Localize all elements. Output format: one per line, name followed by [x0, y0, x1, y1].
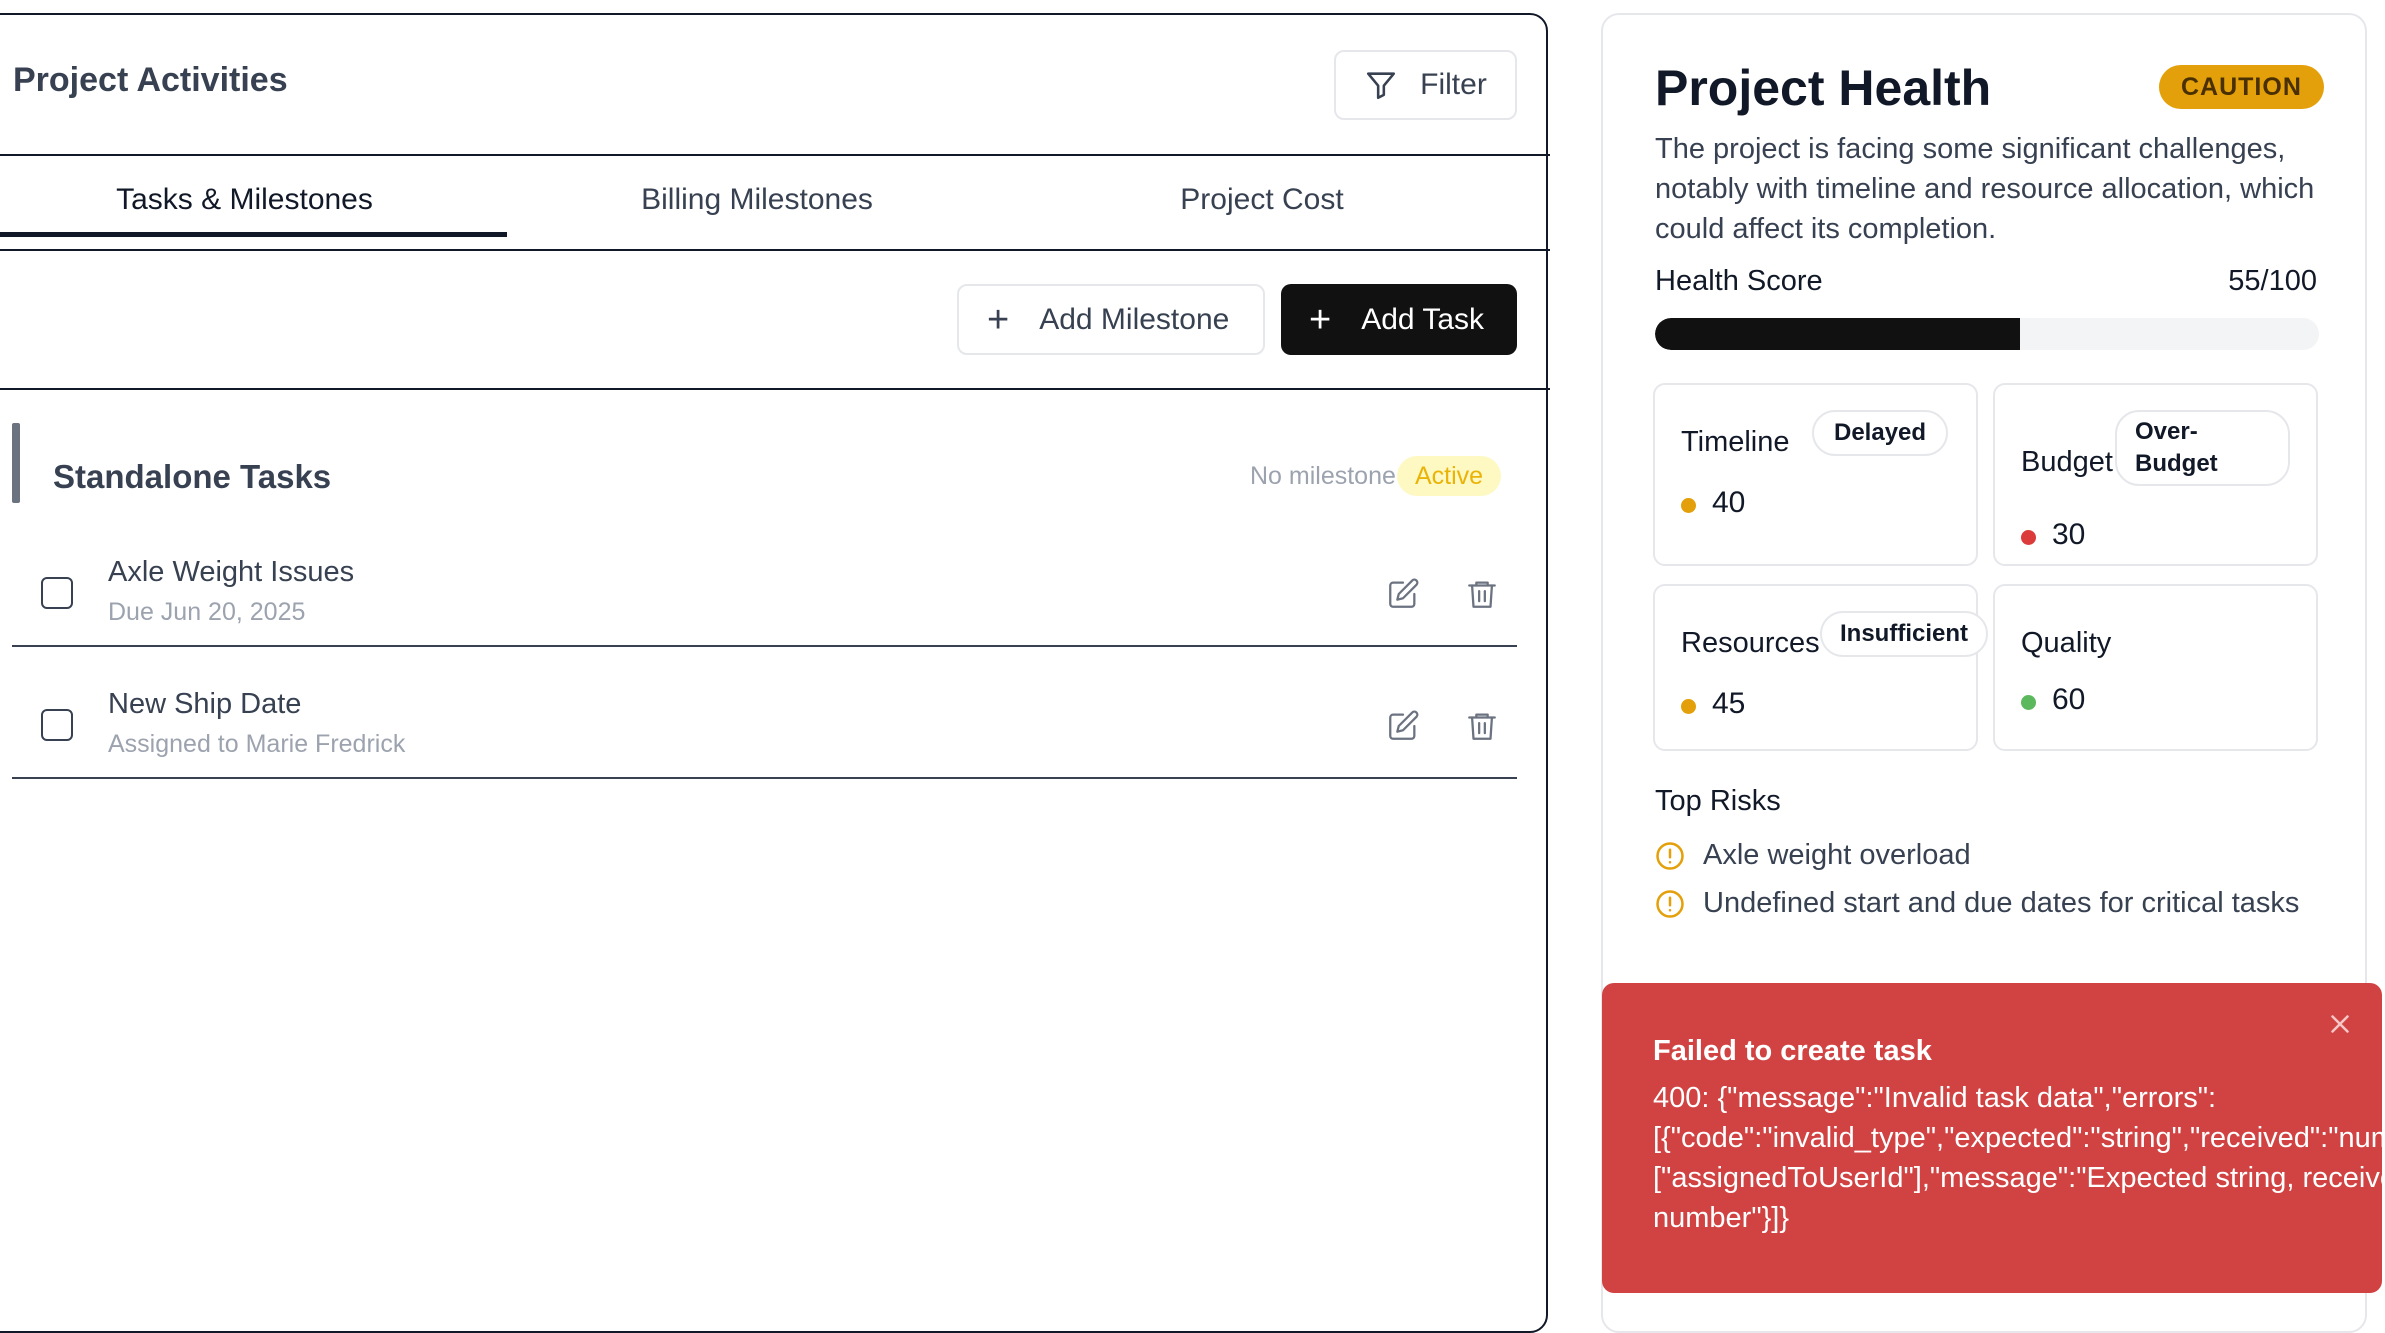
add-milestone-label: Add Milestone	[1039, 302, 1230, 336]
metric-value: 45	[1712, 687, 1746, 720]
metric-name: Quality	[2021, 627, 2112, 659]
health-score-fill	[1655, 318, 2021, 350]
metric-status-dot	[2021, 530, 2036, 545]
divider	[0, 154, 1550, 156]
metric-card-timeline: Timeline Delayed 40	[1653, 383, 1978, 566]
plus-icon: +	[987, 298, 1010, 341]
divider	[0, 388, 1550, 390]
task-subtitle: Due Jun 20, 2025	[108, 598, 306, 626]
error-toast: Failed to create task 400: {"message":"I…	[1602, 983, 2382, 1293]
health-score-value: 55/100	[2228, 265, 2317, 297]
close-icon[interactable]	[2325, 1009, 2355, 1039]
metric-name: Timeline	[1681, 426, 1790, 458]
section-title: Standalone Tasks	[53, 458, 332, 495]
tab-billing-milestones[interactable]: Billing Milestones	[507, 183, 1007, 217]
task-title: Axle Weight Issues	[108, 556, 355, 588]
metric-name: Budget	[2021, 446, 2113, 478]
task-checkbox[interactable]	[41, 709, 73, 741]
metric-status-dot	[2021, 695, 2036, 710]
panel-title: Project Health	[1655, 60, 1992, 116]
tab-label: Tasks & Milestones	[116, 183, 373, 216]
metric-badge: Insufficient	[1820, 611, 1989, 657]
metric-badge: Delayed	[1812, 410, 1949, 456]
warning-icon	[1656, 842, 1684, 870]
edit-icon[interactable]	[1386, 577, 1420, 611]
metric-badge: Over- Budget	[2115, 410, 2290, 486]
tab-label: Project Cost	[1180, 183, 1344, 216]
trash-icon[interactable]	[1465, 577, 1499, 611]
metric-name: Resources	[1681, 627, 1820, 659]
status-badge: Active	[1397, 456, 1502, 496]
top-risks-title: Top Risks	[1655, 785, 1781, 817]
metric-value: 30	[2052, 518, 2086, 551]
health-description: The project is facing some significant c…	[1655, 133, 2315, 245]
filter-label: Filter	[1420, 68, 1487, 101]
tab-project-cost[interactable]: Project Cost	[1007, 183, 1517, 217]
metric-status-dot	[1681, 498, 1696, 513]
section-milestone-meta: No milestone	[1250, 462, 1396, 490]
panel-title: Project Activities	[13, 61, 288, 99]
tab-label: Billing Milestones	[641, 183, 873, 216]
filter-icon	[1367, 72, 1396, 100]
task-subtitle: Assigned to Marie Fredrick	[108, 730, 406, 758]
health-score-bar	[1655, 318, 2319, 350]
metric-card-quality: Quality 60	[1993, 584, 2318, 751]
divider	[0, 249, 1550, 251]
task-checkbox[interactable]	[41, 577, 73, 609]
filter-button[interactable]: Filter	[1334, 50, 1517, 120]
add-task-button[interactable]: + Add Task	[1281, 284, 1517, 355]
task-row: New Ship Date Assigned to Marie Fredrick	[12, 647, 1517, 779]
metric-value: 60	[2052, 683, 2086, 716]
section-accent-bar	[12, 423, 20, 503]
plus-icon: +	[1309, 298, 1332, 341]
trash-icon[interactable]	[1465, 709, 1499, 743]
task-row: Axle Weight Issues Due Jun 20, 2025	[12, 515, 1517, 647]
add-milestone-button[interactable]: + Add Milestone	[957, 284, 1265, 355]
risk-text: Axle weight overload	[1703, 839, 1971, 871]
risk-text: Undefined start and due dates for critic…	[1703, 887, 2300, 919]
toast-title: Failed to create task	[1653, 1035, 1932, 1067]
health-score-label: Health Score	[1655, 265, 1823, 297]
edit-icon[interactable]	[1386, 709, 1420, 743]
task-title: New Ship Date	[108, 688, 302, 720]
metric-card-budget: Budget Over- Budget 30	[1993, 383, 2318, 566]
warning-icon	[1656, 890, 1684, 918]
tab-tasks-milestones[interactable]: Tasks & Milestones	[0, 183, 507, 217]
metric-value: 40	[1712, 486, 1746, 519]
project-activities-panel: Project Activities Filter Tasks & Milest…	[0, 13, 1550, 1333]
metric-card-resources: Resources Insufficient 45	[1653, 584, 1989, 751]
metric-status-dot	[1681, 699, 1696, 714]
toast-message: 400: {"message":"Invalid task data","err…	[1653, 1082, 2382, 1234]
add-task-label: Add Task	[1361, 302, 1485, 336]
health-status-badge: CAUTION	[2159, 65, 2324, 109]
active-tab-indicator	[0, 232, 507, 237]
